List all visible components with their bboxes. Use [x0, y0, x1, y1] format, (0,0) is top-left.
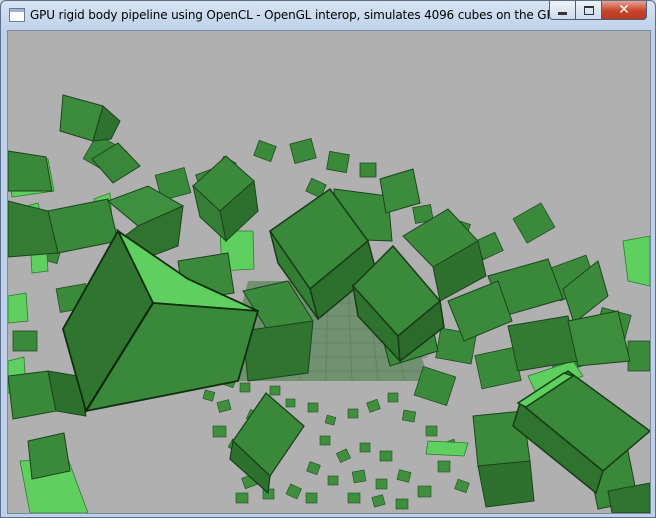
- minimize-button[interactable]: [549, 1, 576, 20]
- minimize-icon: [558, 11, 567, 15]
- maximize-icon: [583, 5, 594, 15]
- application-icon[interactable]: [9, 8, 25, 22]
- close-icon: ✕: [618, 2, 630, 18]
- opengl-viewport[interactable]: [7, 30, 651, 514]
- simulation-scene: [8, 31, 650, 513]
- title-bar[interactable]: GPU rigid body pipeline using OpenCL - O…: [1, 1, 655, 29]
- application-window: GPU rigid body pipeline using OpenCL - O…: [0, 0, 656, 518]
- window-title: GPU rigid body pipeline using OpenCL - O…: [30, 8, 550, 22]
- maximize-button[interactable]: [575, 1, 602, 20]
- close-button[interactable]: ✕: [601, 1, 647, 20]
